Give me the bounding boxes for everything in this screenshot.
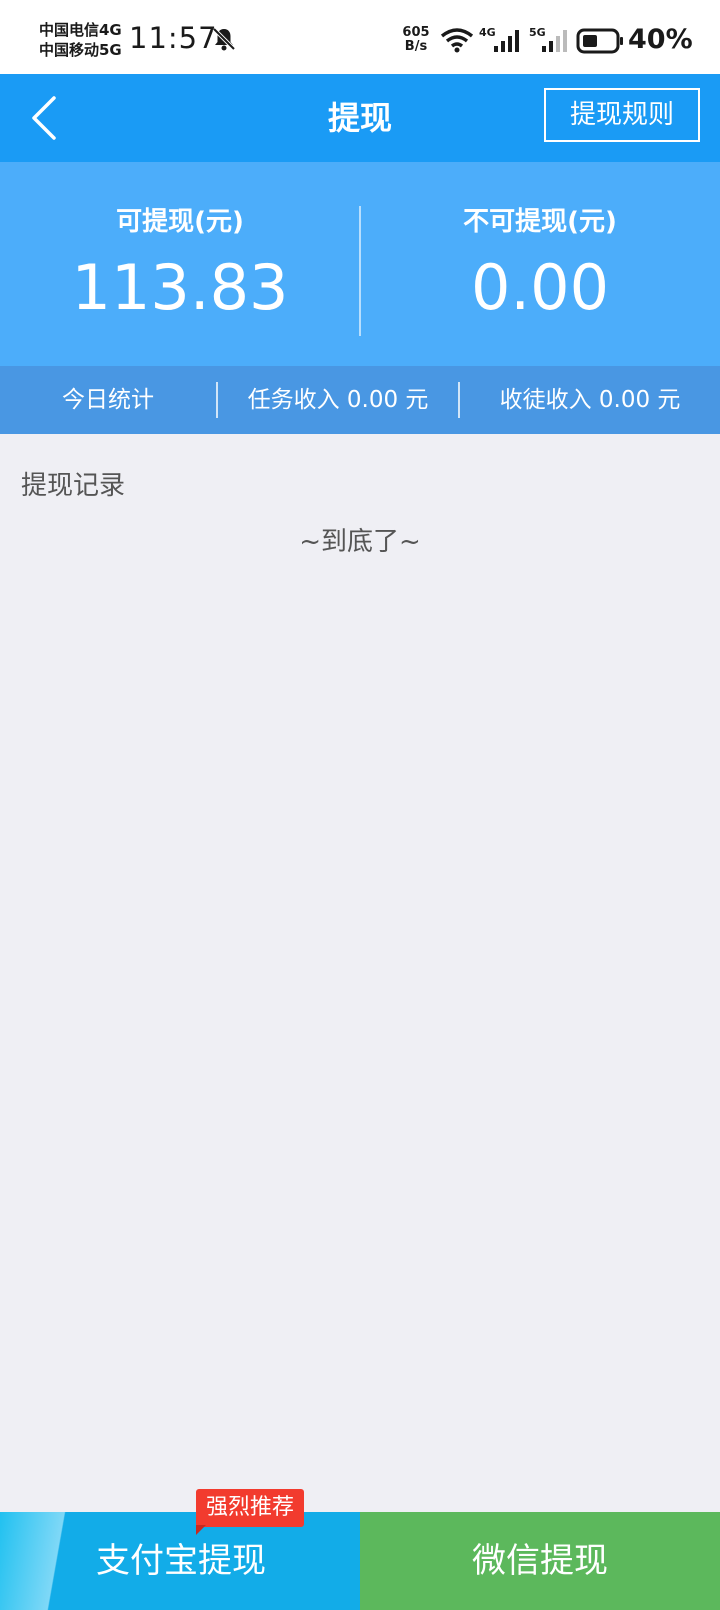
balance-panel: 可提现(元) 113.83 不可提现(元) 0.00 (0, 162, 720, 366)
alipay-withdraw-button[interactable]: 支付宝提现 (0, 1512, 360, 1610)
carrier-info: 中国电信4G 中国移动5G (39, 20, 122, 60)
withdrawable-amount: 113.83 (71, 251, 289, 324)
wifi-icon (440, 28, 474, 53)
task-income: 任务收入 0.00 元 (247, 387, 429, 413)
status-time: 11:57 (129, 21, 218, 55)
withdraw-rules-button[interactable]: 提现规则 (544, 88, 700, 142)
carrier-2: 中国移动5G (39, 41, 122, 59)
battery-percent: 40% (628, 24, 693, 55)
net-speed-unit: B/s (404, 39, 428, 54)
signal-icon (542, 30, 567, 52)
withdrawable-label: 可提现(元) (116, 207, 244, 237)
apprentice-income: 收徒收入 0.00 元 (499, 387, 681, 413)
badge-tail (196, 1525, 206, 1535)
list-end-text: ~到底了~ (299, 527, 421, 557)
today-stats: 今日统计 任务收入 0.00 元 收徒收入 0.00 元 (0, 366, 720, 434)
bottom-action-bar: 支付宝提现 微信提现 (0, 1512, 720, 1610)
title-bar: 提现 提现规则 (0, 74, 720, 162)
net-speed: 605 B/s (400, 26, 432, 54)
chevron-left-icon[interactable] (22, 92, 72, 144)
bell-off-icon (212, 27, 236, 51)
status-bar: 中国电信4G 中国移动5G 11:57 605 B/s 4G 5G 40% (0, 0, 720, 74)
non-withdrawable-label: 不可提现(元) (463, 207, 617, 237)
withdraw-records-title: 提现记录 (21, 471, 126, 501)
net-speed-value: 605 (402, 25, 430, 40)
today-stats-label: 今日统计 (62, 387, 154, 413)
non-withdrawable-amount: 0.00 (470, 251, 610, 324)
recommend-badge: 强烈推荐 (196, 1489, 305, 1527)
alipay-decoration (0, 1512, 100, 1610)
non-withdrawable-balance: 不可提现(元) 0.00 (360, 162, 720, 366)
wechat-withdraw-button[interactable]: 微信提现 (360, 1512, 720, 1610)
battery-icon (576, 28, 623, 54)
withdrawable-balance: 可提现(元) 113.83 (0, 162, 360, 366)
withdraw-page: 中国电信4G 中国移动5G 11:57 605 B/s 4G 5G 40% 提现… (0, 0, 720, 1610)
carrier-1: 中国电信4G (39, 21, 122, 39)
signal-icon (494, 30, 519, 52)
